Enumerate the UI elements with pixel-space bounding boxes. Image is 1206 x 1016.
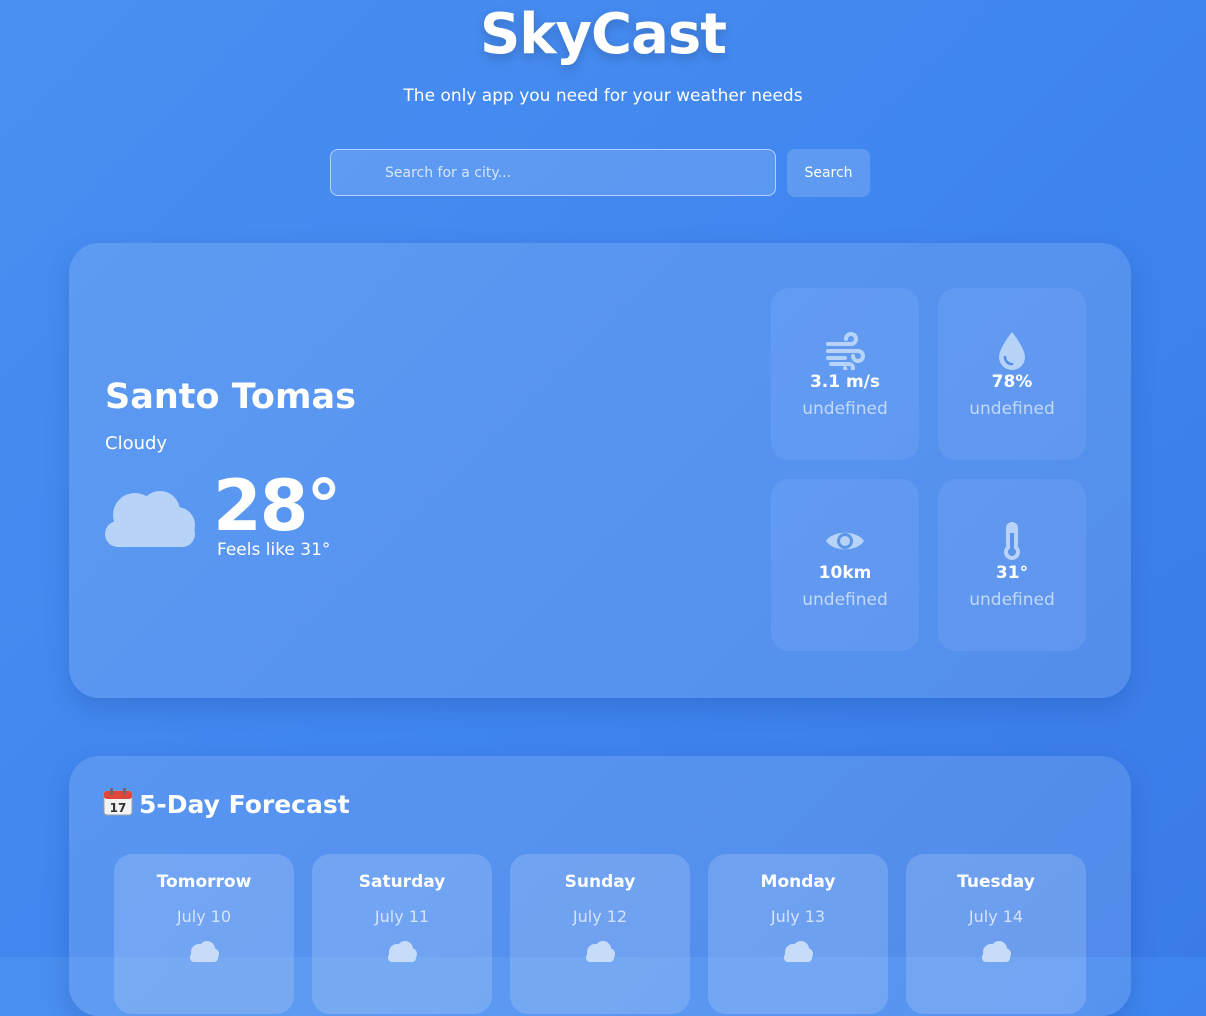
humidity-drop-icon (999, 332, 1025, 370)
stat-card-feels-like: 31° undefined (938, 479, 1086, 651)
forecast-day-name: Monday (760, 872, 836, 892)
wind-speed-value: 3.1 m/s (809, 372, 881, 392)
svg-text:17: 17 (110, 801, 127, 815)
forecast-day-date: July 12 (572, 907, 628, 926)
forecast-day-name: Tomorrow (156, 872, 252, 892)
feels-like-value: 31° (995, 563, 1029, 583)
app-title: SkyCast (479, 2, 727, 67)
search-button[interactable]: Search (787, 149, 870, 197)
wind-speed-label: undefined (802, 399, 888, 419)
visibility-value: 10km (818, 563, 872, 583)
feels-like-label: undefined (969, 590, 1055, 610)
thermometer-icon (1004, 522, 1020, 560)
forecast-title: 5-Day Forecast (139, 790, 350, 819)
cloud-icon (586, 941, 615, 962)
feels-like-text: Feels like 31° (217, 540, 331, 560)
forecast-day-name: Sunday (564, 872, 636, 892)
cloud-icon (105, 491, 195, 547)
humidity-value: 78% (991, 372, 1033, 392)
eye-icon (826, 532, 864, 550)
forecast-day-date: July 14 (968, 907, 1024, 926)
forecast-day-card: Sunday July 12 (510, 854, 690, 1014)
forecast-day-date: July 13 (770, 907, 826, 926)
forecast-card: 17 5-Day Forecast Tomorrow July 10 Satur… (69, 756, 1131, 1016)
forecast-day-name: Saturday (358, 872, 446, 892)
cloud-icon (784, 941, 813, 962)
forecast-day-date: July 10 (176, 907, 232, 926)
wind-icon (826, 332, 865, 370)
forecast-day-card: Monday July 13 (708, 854, 888, 1014)
calendar-icon: 17 (103, 788, 133, 816)
city-name: Santo Tomas (105, 377, 356, 417)
current-weather-card: Santo Tomas Cloudy 28° Feels like 31° 3.… (69, 243, 1131, 698)
cloud-icon (388, 941, 417, 962)
forecast-day-card: Saturday July 11 (312, 854, 492, 1014)
weather-condition: Cloudy (105, 433, 168, 454)
visibility-label: undefined (802, 590, 888, 610)
forecast-heading: 17 5-Day Forecast (103, 788, 350, 819)
forecast-day-card: Tuesday July 14 (906, 854, 1086, 1014)
city-search-input[interactable] (330, 149, 776, 196)
cloud-icon (190, 941, 219, 962)
forecast-day-name: Tuesday (957, 872, 1035, 892)
stat-card-humidity: 78% undefined (938, 288, 1086, 460)
app-tagline: The only app you need for your weather n… (403, 86, 803, 106)
forecast-day-date: July 11 (374, 907, 430, 926)
humidity-label: undefined (969, 399, 1055, 419)
current-temperature: 28° (213, 465, 341, 547)
stat-card-visibility: 10km undefined (771, 479, 919, 651)
cloud-icon (982, 941, 1011, 962)
stat-card-wind: 3.1 m/s undefined (771, 288, 919, 460)
forecast-day-card: Tomorrow July 10 (114, 854, 294, 1014)
